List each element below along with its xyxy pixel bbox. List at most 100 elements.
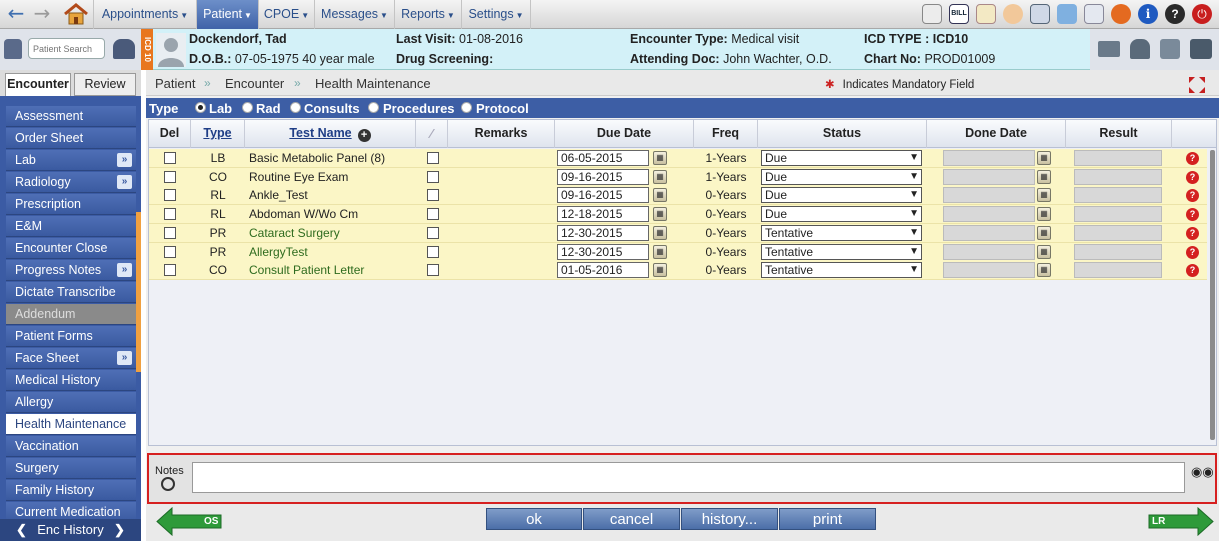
lifebuoy-help-icon[interactable] [1111, 4, 1131, 24]
radio-rad-label[interactable]: Rad [256, 101, 281, 116]
status-select[interactable]: Tentative ▼ [761, 262, 922, 279]
transfer-users-icon[interactable] [1190, 39, 1212, 59]
user-icon[interactable] [1003, 4, 1023, 24]
radio-rad[interactable] [242, 102, 253, 113]
enc-history-button[interactable]: ❮ Enc History ❯ [0, 519, 141, 541]
row-remarks[interactable] [448, 149, 555, 168]
expand-submenu-icon[interactable]: » [117, 351, 132, 365]
expand-submenu-icon[interactable]: » [117, 175, 132, 189]
row-flag-checkbox[interactable] [427, 152, 439, 164]
breadcrumb-encounter[interactable]: Encounter [225, 76, 284, 91]
patient-search-input[interactable] [28, 38, 105, 59]
alert-icon[interactable]: ? [1186, 170, 1199, 184]
radio-consults[interactable] [290, 102, 301, 113]
calendar-icon[interactable]: ▦ [653, 225, 667, 240]
due-date-input[interactable]: 09-16-2015 [557, 168, 649, 185]
delete-checkbox[interactable] [164, 170, 176, 183]
calendar-icon[interactable]: ▦ [653, 169, 667, 184]
lr-forward-arrow-button[interactable]: LR [1148, 506, 1214, 537]
calendar-icon[interactable]: ▦ [653, 188, 667, 203]
alert-icon[interactable]: ? [1186, 245, 1199, 259]
status-select[interactable]: Due ▼ [761, 150, 922, 166]
info-icon[interactable]: i [1138, 4, 1158, 24]
status-select[interactable]: Due ▼ [761, 187, 922, 204]
sidebar-item-health-maintenance[interactable]: Health Maintenance [6, 414, 136, 435]
due-date-input[interactable]: 12-30-2015 [557, 243, 649, 260]
patient-lookup-icon[interactable] [4, 39, 22, 59]
tab-review[interactable]: Review [74, 73, 136, 96]
patient-name[interactable]: Dockendorf, Tad [189, 32, 287, 46]
delete-checkbox[interactable] [164, 152, 176, 164]
due-date-input[interactable]: 12-30-2015 [557, 224, 649, 241]
sidebar-item-patient-forms[interactable]: Patient Forms [6, 326, 136, 347]
status-select[interactable]: Tentative ▼ [761, 224, 922, 241]
dashboard-gauge-icon[interactable] [922, 4, 942, 24]
calendar-icon[interactable]: ▦ [1037, 225, 1051, 240]
due-date-input[interactable]: 06-05-2015 [557, 150, 649, 166]
alert-icon[interactable]: ? [1186, 226, 1199, 240]
calendar-icon[interactable]: ▦ [653, 207, 667, 222]
calendar-icon[interactable]: ▦ [653, 244, 667, 259]
sidebar-item-lab[interactable]: Lab » [6, 150, 136, 171]
menu-cpoe[interactable]: CPOE ▼ [258, 0, 314, 29]
home-icon[interactable] [62, 2, 90, 26]
help-question-icon[interactable]: ? [1165, 4, 1185, 24]
card-scanner-icon[interactable] [1098, 41, 1120, 57]
radio-protocol-label[interactable]: Protocol [476, 101, 529, 116]
notes-textarea[interactable] [192, 462, 1185, 493]
sidebar-item-allergy[interactable]: Allergy [6, 392, 136, 413]
sidebar-item-order-sheet[interactable]: Order Sheet [6, 128, 136, 149]
row-flag-checkbox[interactable] [427, 170, 439, 183]
delete-checkbox[interactable] [164, 226, 176, 239]
row-test-name[interactable]: Basic Metabolic Panel (8) [249, 149, 385, 168]
expand-submenu-icon[interactable]: » [117, 153, 132, 167]
expand-submenu-icon[interactable]: » [117, 263, 132, 277]
status-select[interactable]: Due ▼ [761, 206, 922, 223]
chevron-right-icon[interactable]: ❯ [114, 519, 125, 540]
magnifier-icon[interactable] [161, 477, 175, 491]
sidebar-item-progress-notes[interactable]: Progress Notes » [6, 260, 136, 281]
patients-group-icon[interactable] [113, 39, 135, 59]
alert-icon[interactable]: ? [1186, 208, 1199, 222]
history-button[interactable]: history... [681, 508, 778, 530]
due-date-input[interactable]: 09-16-2015 [557, 187, 649, 204]
doctor-icon[interactable] [1130, 39, 1150, 59]
sort-test-name-link[interactable]: Test Name [289, 126, 351, 140]
grid-scrollbar[interactable] [1210, 150, 1215, 440]
row-remarks[interactable] [448, 224, 555, 243]
cancel-button[interactable]: cancel [583, 508, 680, 530]
row-flag-checkbox[interactable] [427, 226, 439, 239]
radio-procedures[interactable] [368, 102, 379, 113]
alert-icon[interactable]: ? [1186, 152, 1199, 165]
sidebar-item-medical-history[interactable]: Medical History [6, 370, 136, 391]
radio-lab[interactable] [195, 102, 206, 113]
sidebar-item-current-medication[interactable]: Current Medication [6, 502, 136, 519]
calendar-icon[interactable]: ▦ [1037, 151, 1051, 165]
sidebar-item-family-history[interactable]: Family History [6, 480, 136, 501]
expand-fullscreen-icon[interactable] [1188, 76, 1206, 94]
ok-button[interactable]: ok [486, 508, 582, 530]
radio-protocol[interactable] [461, 102, 472, 113]
stethoscope-icon[interactable] [1030, 4, 1050, 24]
menu-appointments[interactable]: Appointments ▼ [93, 0, 196, 29]
sidebar-item-e-m[interactable]: E&M [6, 216, 136, 237]
sidebar-item-dictate-transcribe[interactable]: Dictate Transcribe [6, 282, 136, 303]
row-test-name[interactable]: AllergyTest [249, 243, 308, 262]
calendar-icon[interactable]: ▦ [653, 151, 667, 165]
add-test-icon[interactable]: + [357, 129, 371, 142]
menu-messages[interactable]: Messages ▼ [314, 0, 394, 29]
calendar-icon[interactable]: ▦ [1037, 169, 1051, 184]
row-test-name[interactable]: Cataract Surgery [249, 224, 340, 243]
row-test-name[interactable]: Ankle_Test [249, 186, 308, 205]
status-select[interactable]: Tentative ▼ [761, 243, 922, 260]
os-back-arrow-button[interactable]: OS [156, 506, 222, 537]
row-remarks[interactable] [448, 168, 555, 187]
calendar-icon[interactable]: ▦ [1037, 207, 1051, 222]
patient-document-icon[interactable] [1160, 39, 1180, 59]
calendar-clock-icon[interactable] [976, 4, 996, 24]
sidebar-item-prescription[interactable]: Prescription [6, 194, 136, 215]
row-flag-checkbox[interactable] [427, 245, 439, 258]
row-test-name[interactable]: Abdoman W/Wo Cm [249, 205, 358, 224]
col-type[interactable]: Type [191, 120, 245, 148]
menu-settings[interactable]: Settings ▼ [461, 0, 531, 29]
